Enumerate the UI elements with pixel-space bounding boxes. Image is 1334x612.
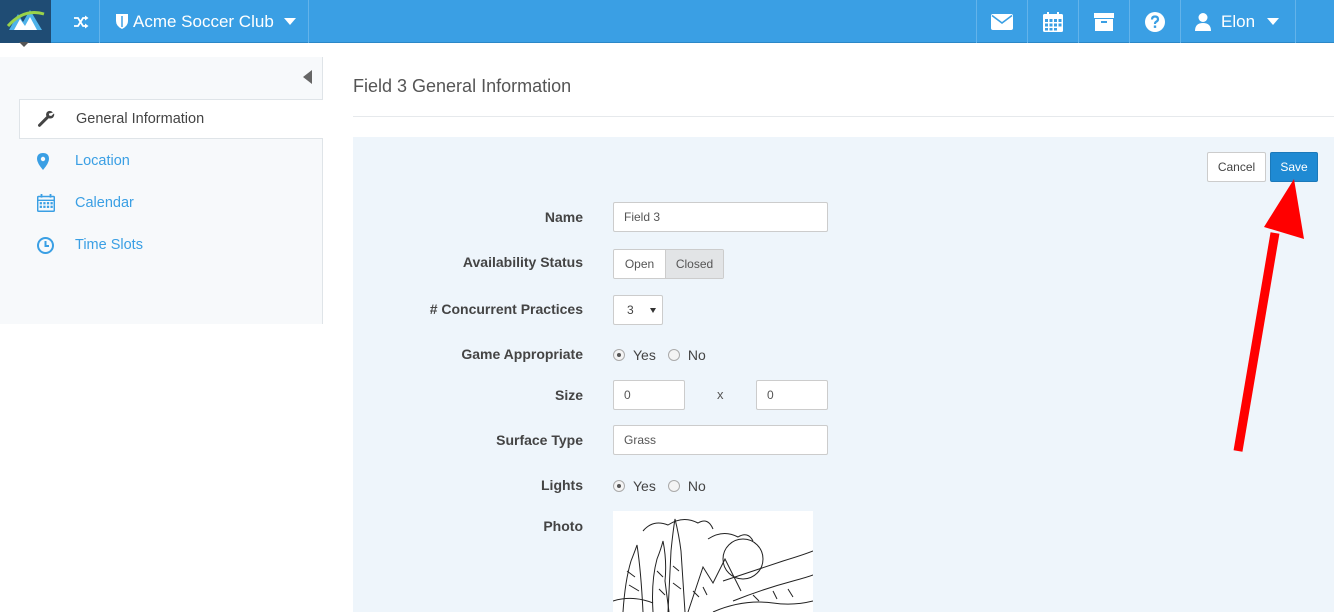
availability-status-label: Availability Status — [462, 254, 583, 270]
messages-button[interactable] — [976, 0, 1027, 43]
club-name: Acme Soccer Club — [133, 11, 274, 31]
sidebar-item-label: Time Slots — [75, 237, 143, 253]
lights-yes-radio[interactable] — [613, 480, 625, 492]
lights-no-radio[interactable] — [667, 480, 680, 492]
calendar-icon — [19, 194, 75, 212]
lights-radio-group: Yes No — [613, 478, 718, 494]
size-label: Size — [554, 387, 583, 403]
user-menu[interactable]: Elon — [1180, 0, 1296, 43]
annotation-arrow — [1233, 179, 1304, 452]
concurrent-practices-select[interactable]: 3 — [613, 295, 663, 325]
chevron-left-icon — [303, 70, 312, 84]
map-marker-icon — [19, 152, 75, 170]
sidebar-item-label: General Information — [76, 111, 205, 127]
user-icon — [1195, 12, 1211, 31]
user-name: Elon — [1221, 11, 1256, 31]
photo-label: Photo — [543, 518, 583, 534]
switch-org-button[interactable] — [62, 0, 100, 43]
game-appropriate-no-radio[interactable] — [667, 349, 680, 361]
size-separator: x — [717, 387, 724, 402]
sidebar-item-calendar[interactable]: Calendar — [19, 183, 323, 223]
sidebar-item-label: Location — [75, 153, 130, 169]
calendar-button[interactable] — [1027, 0, 1078, 43]
archive-icon — [1094, 12, 1114, 31]
game-appropriate-no-label: No — [687, 347, 706, 363]
archive-button[interactable] — [1078, 0, 1129, 43]
concurrent-practices-label: # Concurrent Practices — [429, 301, 583, 317]
clock-icon — [19, 236, 75, 254]
lights-yes-label: Yes — [633, 478, 656, 494]
size-width-input[interactable]: 0 — [613, 380, 685, 410]
top-navbar: Acme Soccer Club Elon — [0, 0, 1334, 47]
name-label: Name — [544, 209, 583, 225]
sidebar-item-general-information[interactable]: General Information — [19, 99, 323, 139]
navbar-right: Elon — [976, 0, 1296, 43]
page-title: Field 3 General Information — [353, 76, 572, 96]
mail-icon — [991, 13, 1013, 30]
concurrent-practices-value: 3 — [627, 303, 634, 317]
lights-no-label: No — [687, 478, 706, 494]
help-icon — [1145, 11, 1165, 32]
game-appropriate-label: Game Appropriate — [461, 346, 583, 362]
availability-status-toggle: Open Closed — [613, 249, 724, 279]
form-panel — [353, 137, 1334, 612]
surface-type-label: Surface Type — [496, 432, 583, 448]
logo-dropdown-caret — [19, 42, 29, 47]
club-selector[interactable]: Acme Soccer Club — [101, 0, 309, 43]
game-appropriate-yes-radio[interactable] — [613, 349, 625, 361]
title-divider — [353, 116, 1334, 117]
chevron-down-icon — [650, 308, 656, 313]
lights-label: Lights — [541, 477, 583, 493]
chevron-down-icon — [1267, 18, 1280, 25]
app-logo[interactable] — [0, 0, 51, 43]
game-appropriate-radio-group: Yes No — [613, 347, 718, 363]
calendar-icon — [1043, 11, 1063, 32]
field-photo[interactable] — [613, 511, 813, 612]
help-button[interactable] — [1129, 0, 1180, 43]
size-length-input[interactable]: 0 — [756, 380, 828, 410]
wrench-icon — [20, 110, 76, 128]
game-appropriate-yes-label: Yes — [633, 347, 656, 363]
landscape-sketch-image — [613, 518, 813, 612]
logo-icon — [6, 10, 45, 30]
sidebar-item-time-slots[interactable]: Time Slots — [19, 225, 323, 265]
availability-closed-option[interactable]: Closed — [666, 250, 723, 278]
shuffle-icon — [73, 15, 88, 28]
shield-icon — [115, 13, 129, 30]
chevron-down-icon — [283, 18, 296, 25]
sidebar-item-location[interactable]: Location — [19, 141, 323, 181]
name-input[interactable]: Field 3 — [613, 202, 828, 232]
surface-type-input[interactable]: Grass — [613, 425, 828, 455]
sidebar-item-label: Calendar — [75, 195, 134, 211]
collapse-sidebar-button[interactable] — [303, 70, 312, 89]
availability-open-option[interactable]: Open — [614, 250, 666, 278]
